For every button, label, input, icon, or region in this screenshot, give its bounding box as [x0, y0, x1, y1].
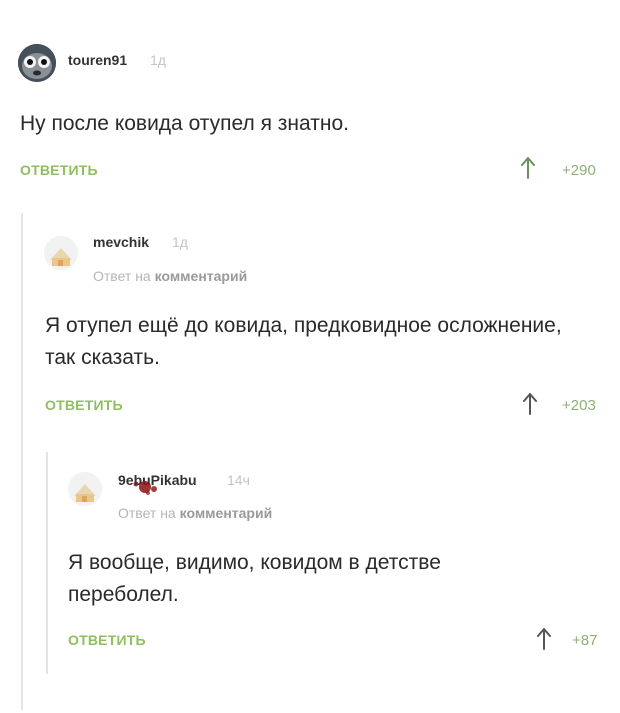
comment: touren91 1д Ну после ковида отупел я зна… — [0, 0, 620, 195]
reply-to-info: Ответ на комментарий — [93, 268, 247, 284]
blood-splatter-icon — [133, 481, 157, 495]
rating: +290 — [562, 162, 596, 179]
comment-text: Я отупел ещё до ковида, предковидное осл… — [45, 314, 562, 369]
username[interactable]: mevchik — [93, 234, 149, 250]
reply-to-prefix: Ответ на — [93, 268, 151, 284]
comment-text: Я вообще, видимо, ковидом в детстве пере… — [68, 551, 441, 606]
upvote-arrow-icon[interactable] — [537, 627, 551, 651]
reply-to-prefix: Ответ на — [118, 505, 176, 521]
username[interactable]: touren91 — [68, 52, 127, 68]
avatar[interactable] — [18, 44, 56, 82]
comment-time: 14ч — [227, 472, 250, 488]
comment-text: Ну после ковида отупел я знатно. — [20, 112, 349, 135]
reply-to-info: Ответ на комментарий — [118, 505, 272, 521]
comment: mevchik 1д Ответ на комментарий Я отупел… — [0, 200, 620, 435]
reply-button[interactable]: ОТВЕТИТЬ — [20, 162, 98, 178]
avatar[interactable] — [44, 236, 78, 270]
reply-to-link[interactable]: комментарий — [180, 505, 273, 521]
reply-to-link[interactable]: комментарий — [155, 268, 248, 284]
rating: +203 — [562, 397, 596, 414]
upvote-arrow-icon[interactable] — [521, 156, 535, 180]
rating: +87 — [572, 632, 598, 649]
comment: 9ebuPikabu 14ч Ответ на комментарий Я во… — [0, 440, 620, 713]
avatar[interactable] — [68, 472, 102, 506]
comment-time: 1д — [172, 234, 188, 250]
reply-button[interactable]: ОТВЕТИТЬ — [45, 397, 123, 413]
reply-button[interactable]: ОТВЕТИТЬ — [68, 632, 146, 648]
comment-time: 1д — [150, 52, 166, 68]
upvote-arrow-icon[interactable] — [523, 392, 537, 416]
